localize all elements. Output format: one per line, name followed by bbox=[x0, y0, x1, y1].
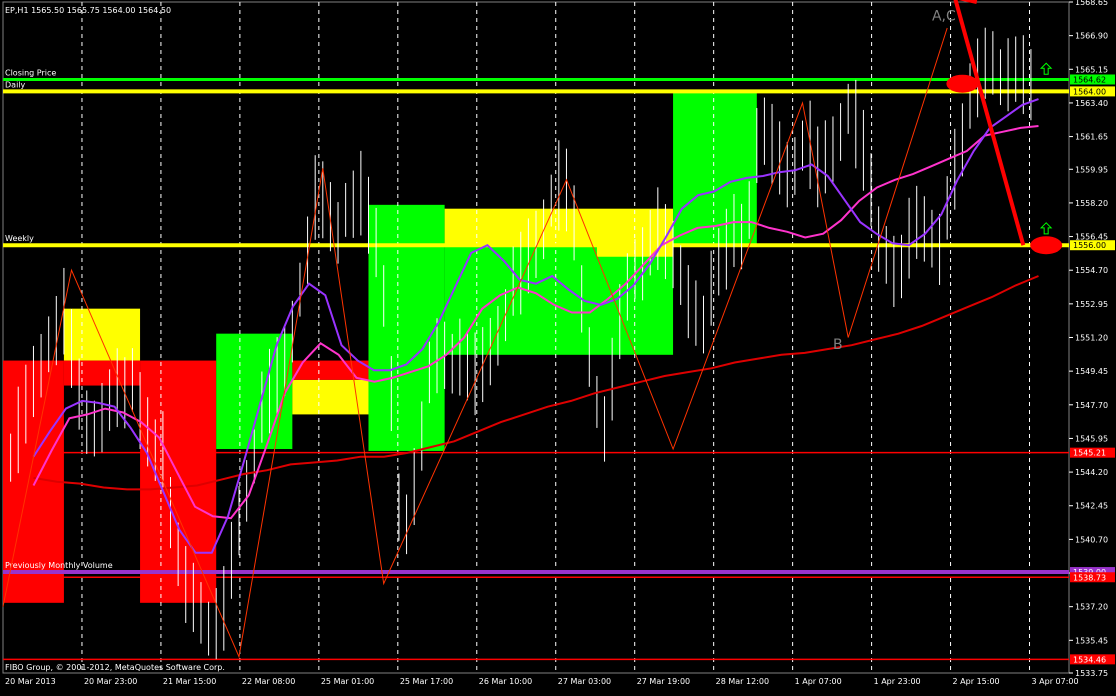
x-tick-label: 1 Apr 07:00 bbox=[795, 677, 842, 686]
y-tick-label: 1537.20 bbox=[1075, 603, 1108, 612]
x-tick-label: 26 Mar 10:00 bbox=[479, 677, 532, 686]
zone-box bbox=[63, 360, 141, 386]
y-tick-label: 1540.70 bbox=[1075, 535, 1108, 544]
level-name-label: Previously Monthly Volume bbox=[5, 561, 113, 570]
x-tick-label: 1 Apr 23:00 bbox=[874, 677, 921, 686]
y-tick-label: 1566.90 bbox=[1075, 32, 1108, 41]
level-price-label: 1564.62 bbox=[1073, 75, 1106, 84]
zone-box bbox=[368, 204, 445, 451]
x-tick-label: 25 Mar 01:00 bbox=[321, 677, 374, 686]
y-tick-label: 1559.95 bbox=[1075, 165, 1108, 174]
x-tick-label: 27 Mar 19:00 bbox=[637, 677, 690, 686]
zone-box bbox=[292, 360, 369, 380]
y-tick-label: 1551.20 bbox=[1075, 334, 1108, 343]
y-tick-label: 1544.20 bbox=[1075, 468, 1108, 477]
y-tick-label: 1561.65 bbox=[1075, 133, 1108, 142]
chart-title: EP,H1 1565.50 1565.75 1564.00 1564.50 bbox=[5, 6, 171, 15]
x-tick-label: 3 Apr 07:00 bbox=[1032, 677, 1079, 686]
x-tick-label: 27 Mar 03:00 bbox=[558, 677, 611, 686]
x-tick-label: 21 Mar 15:00 bbox=[163, 677, 216, 686]
y-tick-label: 1533.75 bbox=[1075, 669, 1108, 678]
marker-ellipse bbox=[1030, 236, 1063, 255]
chart-svg: 20 Mar 2013 20 Mar 23:00 21 Mar 15:00 22 Ma… bbox=[0, 0, 1116, 692]
x-tick-label: 22 Mar 08:00 bbox=[242, 677, 295, 686]
x-tick-label: 20 Mar 2013 bbox=[5, 677, 56, 686]
y-tick-label: 1552.95 bbox=[1075, 300, 1108, 309]
y-tick-label: 1568.65 bbox=[1075, 0, 1108, 7]
level-price-label: 1534.46 bbox=[1073, 655, 1106, 664]
x-tick-label: 20 Mar 23:00 bbox=[84, 677, 137, 686]
level-price-label: 1564.00 bbox=[1073, 87, 1106, 96]
level-price-label: 1545.21 bbox=[1073, 449, 1106, 458]
y-tick-label: 1563.40 bbox=[1075, 99, 1108, 108]
zone-box bbox=[444, 245, 674, 355]
copyright-text: FIBO Group, © 2001-2012, MetaQuotes Soft… bbox=[5, 663, 225, 672]
y-tick-label: 1549.45 bbox=[1075, 367, 1108, 376]
marker-ellipse bbox=[946, 74, 979, 93]
y-tick-label: 1547.70 bbox=[1075, 401, 1108, 410]
x-tick-label: 2 Apr 15:00 bbox=[953, 677, 1000, 686]
y-tick-label: 1558.20 bbox=[1075, 199, 1108, 208]
annotation-ac: A,C bbox=[932, 8, 956, 24]
zone-box bbox=[63, 308, 141, 361]
zone-box bbox=[292, 379, 369, 415]
level-name-label: Daily bbox=[5, 80, 26, 89]
x-tick-label: 25 Mar 17:00 bbox=[400, 677, 453, 686]
annotation-b: B bbox=[833, 337, 843, 353]
y-tick-label: 1545.95 bbox=[1075, 434, 1108, 443]
level-name-label: Closing Price bbox=[5, 68, 56, 77]
y-tick-label: 1542.45 bbox=[1075, 502, 1108, 511]
chart: 20 Mar 2013 20 Mar 23:00 21 Mar 15:00 22 Ma… bbox=[0, 0, 1116, 692]
level-price-label: 1556.00 bbox=[1073, 241, 1106, 250]
y-tick-label: 1535.45 bbox=[1075, 636, 1108, 645]
y-tick-label: 1554.70 bbox=[1075, 266, 1108, 275]
level-name-label: Weekly bbox=[5, 234, 34, 243]
x-tick-label: 28 Mar 12:00 bbox=[716, 677, 769, 686]
y-tick-label: 1556.45 bbox=[1075, 233, 1108, 242]
level-price-label: 1538.73 bbox=[1073, 573, 1106, 582]
y-tick-label: 1565.15 bbox=[1075, 65, 1108, 74]
